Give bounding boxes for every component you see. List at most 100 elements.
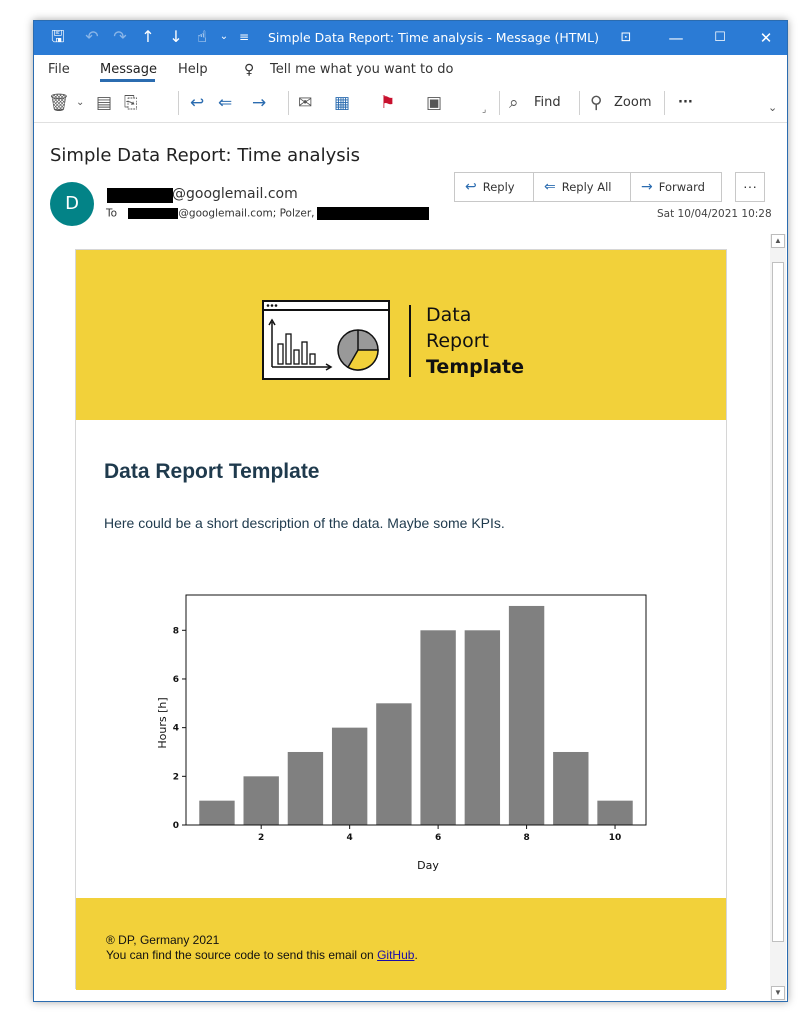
customize-toolbar-icon[interactable]: ≡ [234,27,254,47]
ribbon-display-options-icon[interactable]: ⊡ [604,21,648,55]
redaction [107,188,173,203]
ribbon-toolbar: 🗑 ⌄ ▤ ⎘ ↩ ⇐ → ✉ ▦ ⚑ ▣ ⌟ ⌕ Find ⚲ Zoom ··… [34,83,787,123]
y-tick-label: 4 [173,724,179,734]
window-title: Simple Data Report: Time analysis - Mess… [268,30,600,45]
message-subject: Simple Data Report: Time analysis [50,145,360,166]
message-date: Sat 10/04/2021 10:28 [657,208,772,220]
move-icon[interactable]: ⎘ [124,92,138,114]
quick-steps-icon[interactable]: ✉ [298,92,312,114]
bar-day-3 [287,751,324,825]
email-description: Here could be a short description of the… [104,515,505,531]
bar-day-7 [464,630,501,825]
source-code-prefix: You can find the source code to send thi… [106,948,378,962]
lightbulb-icon: ♀ [244,62,255,78]
hours-per-day-bar-chart: Hours [h] Day 2 4 6 8 10 0 2 4 6 8 [156,594,647,872]
scrollbar-thumb[interactable] [772,262,784,942]
bar-day-8 [508,605,545,825]
x-tick-label: 4 [347,833,353,843]
y-tick-label: 6 [173,675,179,685]
bar-day-4 [331,727,368,825]
tell-me-search[interactable]: Tell me what you want to do [270,62,453,77]
outlook-message-window: 🖫 ↶ ↷ ↑ ↓ ☝ ⌄ ≡ Simple Data Report: Time… [33,20,788,1002]
search-icon[interactable]: ⌕ [509,92,519,114]
x-tick-label: 8 [523,833,529,843]
undo-icon[interactable]: ↶ [82,27,102,47]
find-button[interactable]: Find [534,95,561,110]
copyright-text: ® DP, Germany 2021 [106,933,220,947]
logo-divider [409,305,411,377]
x-tick-label: 2 [258,833,264,843]
bar-day-1 [199,800,235,825]
touch-mode-icon[interactable]: ☝ [192,27,212,47]
redaction [316,207,429,220]
expand-icon[interactable]: ⌟ [482,99,486,121]
mark-unread-icon[interactable]: ▣ [426,92,442,114]
data-report-logo-icon [262,300,390,380]
reply-icon[interactable]: ↩ [190,92,204,114]
minimize-button[interactable]: — [654,21,698,55]
y-tick-label: 2 [173,772,179,782]
source-code-suffix: . [414,948,418,962]
flag-icon[interactable]: ⚑ [380,92,395,114]
zoom-icon[interactable]: ⚲ [590,92,602,114]
email-title: Data Report Template [104,460,320,483]
x-tick-label: 10 [609,833,622,843]
delete-icon[interactable]: 🗑 [48,92,70,114]
github-link[interactable]: GitHub [377,948,414,962]
avatar[interactable]: D [50,182,94,226]
divider [178,91,179,115]
maximize-button[interactable]: ☐ [698,21,742,55]
reply-all-icon: ⇐ [544,179,556,195]
chevron-down-icon[interactable]: ⌄ [76,92,84,114]
reply-all-label: Reply All [561,180,612,194]
bar-day-5 [376,703,412,825]
previous-item-icon[interactable]: ↑ [138,27,158,47]
divider [579,91,580,115]
more-actions-button[interactable]: ··· [735,172,765,202]
bar-day-6 [420,630,456,825]
sender-address[interactable]: @googlemail.com [172,186,298,202]
forward-icon[interactable]: → [252,92,266,114]
y-tick-label: 8 [173,626,179,636]
scroll-up-button[interactable]: ▲ [771,234,785,248]
header-banner: Data Report Template [76,250,726,420]
zoom-button[interactable]: Zoom [614,95,651,110]
divider [664,91,665,115]
archive-icon[interactable]: ▤ [96,92,112,114]
recipients-text[interactable]: @googlemail.com; Polzer, [178,208,314,220]
y-axis-label: Hours [h] [156,697,169,748]
menu-help[interactable]: Help [178,62,208,77]
redo-icon[interactable]: ↷ [110,27,130,47]
recipients-line: To @googlemail.com; Polzer, [106,207,429,220]
reply-button[interactable]: ↩ Reply [454,172,534,202]
scroll-down-button[interactable]: ▼ [771,986,785,1000]
close-button[interactable]: ✕ [744,21,787,55]
active-tab-indicator [100,79,155,82]
next-item-icon[interactable]: ↓ [166,27,186,47]
divider [288,91,289,115]
reply-all-button[interactable]: ⇐ Reply All [533,172,631,202]
logo-text-report: Report [426,330,489,352]
more-commands-button[interactable]: ··· [678,95,693,110]
chevron-down-icon[interactable]: ⌄ [768,97,777,119]
menu-bar: File Message Help ♀ Tell me what you wan… [34,55,787,83]
reply-icon: ↩ [465,179,477,195]
logo-text-data: Data [426,304,472,326]
logo-text-template: Template [426,356,525,378]
title-bar: 🖫 ↶ ↷ ↑ ↓ ☝ ⌄ ≡ Simple Data Report: Time… [34,21,787,55]
reply-label: Reply [482,180,515,194]
x-tick-label: 6 [435,833,441,843]
menu-file[interactable]: File [48,62,70,77]
menu-message[interactable]: Message [100,62,157,77]
categorize-icon[interactable]: ▦ [334,92,350,114]
source-code-text: You can find the source code to send thi… [106,948,418,962]
email-body: Data Report Template Data Report Templat… [75,249,727,990]
x-axis-label: Day [417,859,439,872]
chevron-down-icon[interactable]: ⌄ [214,27,234,47]
to-label: To [106,207,118,220]
forward-label: Forward [658,180,705,194]
save-icon[interactable]: 🖫 [48,27,68,47]
reply-all-icon[interactable]: ⇐ [218,92,232,114]
forward-button[interactable]: → Forward [630,172,722,202]
divider [499,91,500,115]
